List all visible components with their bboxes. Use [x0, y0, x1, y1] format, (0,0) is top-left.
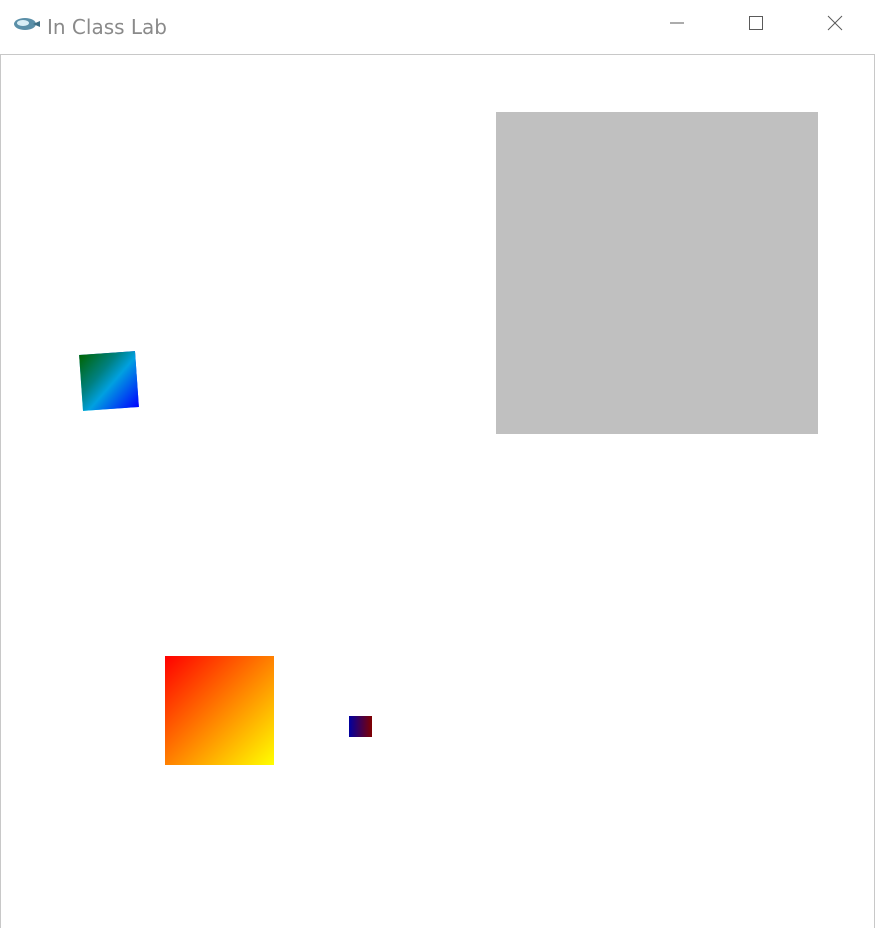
minimize-icon — [669, 15, 685, 35]
app-window: In Class Lab — [0, 0, 875, 928]
title-bar[interactable]: In Class Lab — [0, 0, 875, 54]
small-gradient-square — [349, 716, 372, 737]
close-button[interactable] — [806, 0, 864, 50]
maximize-icon — [748, 15, 764, 35]
drawing-canvas[interactable] — [0, 54, 875, 928]
close-icon — [827, 15, 843, 35]
app-logo-icon — [13, 15, 41, 33]
tilted-gradient-square — [79, 351, 139, 411]
minimize-button[interactable] — [648, 0, 706, 50]
window-title: In Class Lab — [47, 15, 167, 39]
gray-square — [496, 112, 818, 434]
maximize-button[interactable] — [727, 0, 785, 50]
orange-gradient-square — [165, 656, 274, 765]
